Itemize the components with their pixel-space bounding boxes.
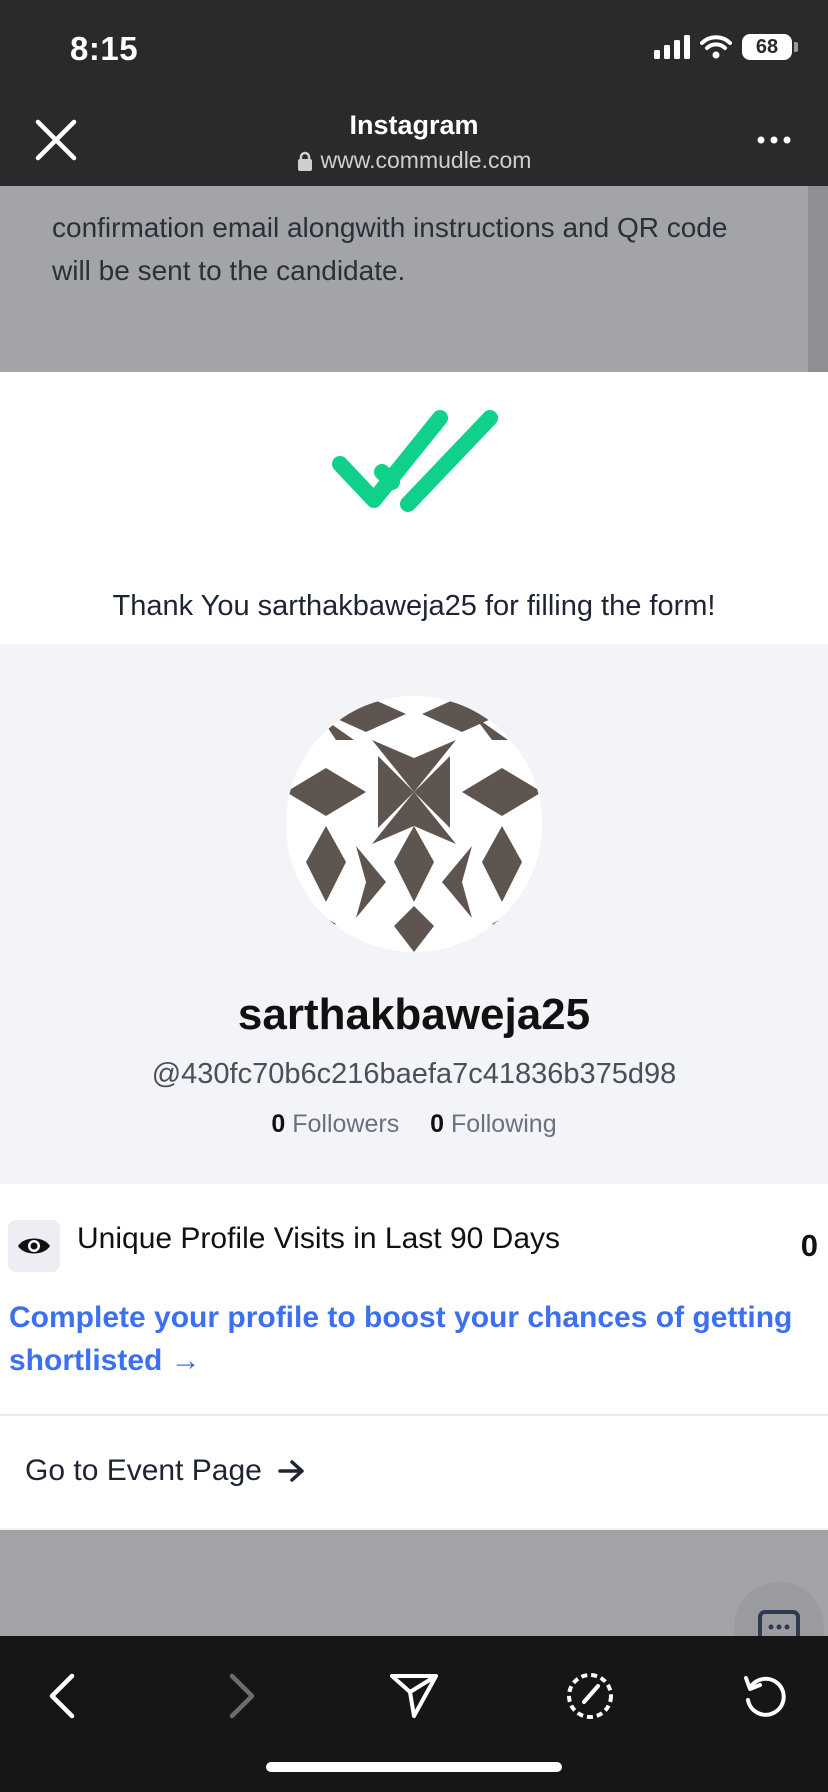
send-icon[interactable]	[386, 1668, 442, 1724]
more-icon[interactable]	[756, 134, 792, 146]
following-count: 0	[430, 1110, 445, 1138]
header-center: Instagram www.commudle.com	[0, 110, 828, 176]
forward-icon[interactable]	[212, 1668, 268, 1724]
double-check-icon	[332, 410, 498, 512]
followers-label: Followers	[292, 1110, 400, 1138]
follow-stats: 0 Followers 0 Following	[0, 1110, 828, 1139]
chat-icon	[758, 1610, 800, 1636]
signal-icon	[654, 35, 690, 59]
status-bar: 8:15 68	[0, 0, 828, 96]
complete-profile-link[interactable]: Complete your profile to boost your chan…	[9, 1296, 819, 1382]
home-indicator[interactable]	[266, 1762, 562, 1772]
eye-icon	[8, 1220, 60, 1272]
browser-url[interactable]: www.commudle.com	[297, 147, 532, 174]
lock-icon	[297, 151, 312, 171]
event-card: Go to Event Page	[0, 1416, 828, 1528]
following-stat[interactable]: 0 Following	[430, 1110, 556, 1139]
reload-icon[interactable]	[736, 1668, 792, 1724]
browser-title: Instagram	[349, 110, 479, 140]
go-to-event-link[interactable]: Go to Event Page	[25, 1454, 306, 1488]
background-text: confirmation email alongwith instruction…	[52, 212, 728, 286]
battery-level: 68	[755, 35, 779, 58]
event-link-label: Go to Event Page	[25, 1454, 262, 1487]
profile-name: sarthakbaweja25	[237, 990, 591, 1039]
web-page: confirmation email alongwith instruction…	[0, 186, 828, 1636]
avatar-pattern	[286, 696, 542, 952]
browser-header: Instagram www.commudle.com	[0, 96, 828, 186]
visits-count: 0	[800, 1228, 818, 1263]
profile-section: sarthakbaweja25 @430fc70b6c216baefa7c418…	[0, 644, 828, 1184]
avatar[interactable]	[286, 696, 542, 952]
url-text: www.commudle.com	[320, 147, 532, 173]
chat-button[interactable]	[734, 1582, 824, 1636]
followers-stat[interactable]: 0 Followers	[271, 1110, 399, 1139]
followers-count: 0	[271, 1110, 286, 1138]
thanks-message: Thank You sarthakbaweja25 for filling th…	[112, 590, 716, 622]
profile-handle: @430fc70b6c216baefa7c41836b375d98	[151, 1058, 677, 1090]
battery-icon: 68	[742, 34, 798, 60]
status-time: 8:15	[70, 30, 139, 67]
back-icon[interactable]	[36, 1668, 92, 1724]
dimmed-footer	[0, 1530, 828, 1636]
profile-visits-card: Unique Profile Visits in Last 90 Days 0 …	[0, 1184, 828, 1414]
wifi-icon	[700, 35, 732, 59]
dimmed-background: confirmation email alongwith instruction…	[0, 186, 828, 372]
compass-icon[interactable]	[562, 1668, 618, 1724]
arrow-right-icon	[278, 1460, 304, 1482]
visits-label: Unique Profile Visits in Last 90 Days	[77, 1222, 561, 1255]
scrollbar[interactable]	[808, 186, 828, 372]
status-indicators: 68	[654, 34, 798, 60]
following-label: Following	[451, 1110, 557, 1138]
